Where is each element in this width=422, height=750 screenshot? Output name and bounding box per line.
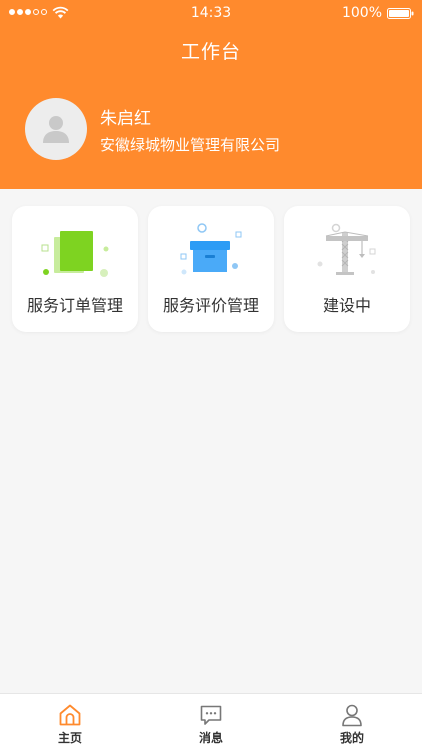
tab-label: 消息 <box>198 731 223 745</box>
battery-full-icon <box>387 8 414 19</box>
user-icon <box>342 704 362 727</box>
status-bar: 14:33 100% <box>0 0 422 26</box>
header: 14:33 100% 工作台 朱启红 安徽绿城物业管理有限公司 <box>0 0 422 189</box>
tab-bar: 主页 消息 我的 <box>0 693 422 750</box>
tab-label: 主页 <box>57 731 82 745</box>
user-name: 朱启红 <box>100 109 151 129</box>
card-under-construction[interactable]: 建设中 <box>284 206 410 332</box>
tab-label: 我的 <box>339 731 364 745</box>
avatar-placeholder-icon <box>43 116 69 143</box>
document-stack-icon <box>41 231 109 277</box>
tab-messages[interactable]: 消息 <box>141 694 281 750</box>
avatar[interactable] <box>25 98 87 160</box>
card-label: 服务订单管理 <box>26 296 123 315</box>
battery-percentage: 100% <box>341 5 382 21</box>
tab-profile[interactable]: 我的 <box>282 694 422 750</box>
card-service-orders[interactable]: 服务订单管理 <box>12 206 138 332</box>
construction-crane-icon <box>317 223 376 275</box>
user-company: 安徽绿城物业管理有限公司 <box>100 136 281 154</box>
card-label: 服务评价管理 <box>162 296 259 315</box>
feature-cards: 服务订单管理 服务评价管理 建设中 <box>12 206 410 332</box>
card-label: 建设中 <box>322 296 371 315</box>
home-icon <box>59 704 81 726</box>
archive-box-icon <box>180 223 242 275</box>
page-title: 工作台 <box>180 41 241 63</box>
card-service-reviews[interactable]: 服务评价管理 <box>148 206 274 332</box>
message-icon <box>200 705 222 725</box>
tab-home[interactable]: 主页 <box>0 694 140 750</box>
